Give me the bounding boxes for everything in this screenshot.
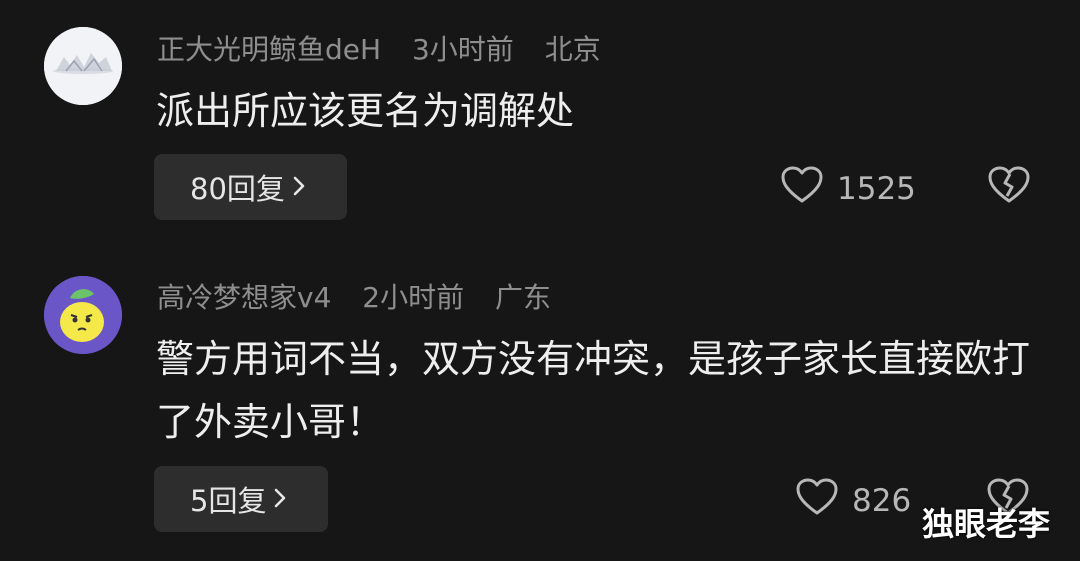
heart-outline-icon bbox=[781, 166, 837, 212]
chevron-right-icon bbox=[272, 482, 288, 516]
location: 北京 bbox=[544, 33, 601, 66]
snowy-tree-icon bbox=[44, 27, 122, 105]
comment-item: 高冷梦想家v4 2小时前 广东 警方用词不当，双方没有冲突，是孩子家长直接欧打了… bbox=[0, 250, 1080, 561]
like-button[interactable]: 1525 bbox=[781, 166, 916, 212]
username[interactable]: 正大光明鲸鱼deH bbox=[157, 33, 381, 66]
comment-meta: 高冷梦想家v4 2小时前 广东 bbox=[157, 280, 573, 316]
comment-meta: 正大光明鲸鱼deH 3小时前 北京 bbox=[157, 32, 623, 68]
lemon-character-icon bbox=[44, 276, 122, 354]
watermark: 独眼老李 bbox=[922, 505, 1051, 543]
avatar[interactable] bbox=[44, 276, 122, 354]
comment-text: 警方用词不当，双方没有冲突，是孩子家长直接欧打了外卖小哥！ bbox=[156, 337, 1031, 444]
timestamp: 2小时前 bbox=[362, 281, 465, 314]
replies-button[interactable]: 80回复 bbox=[154, 154, 347, 220]
like-count: 826 bbox=[852, 483, 912, 519]
location: 广东 bbox=[495, 281, 552, 314]
replies-label: 5回复 bbox=[190, 484, 267, 518]
comment-text: 派出所应该更名为调解处 bbox=[156, 89, 575, 133]
comment-item: 正大光明鲸鱼deH 3小时前 北京 派出所应该更名为调解处 80回复 1525 bbox=[0, 0, 1080, 250]
avatar[interactable] bbox=[44, 27, 122, 105]
dislike-button[interactable] bbox=[988, 166, 1030, 208]
like-count: 1525 bbox=[837, 171, 916, 207]
username[interactable]: 高冷梦想家v4 bbox=[157, 281, 331, 314]
chevron-right-icon bbox=[291, 170, 307, 204]
replies-label: 80回复 bbox=[190, 172, 285, 206]
replies-button[interactable]: 5回复 bbox=[154, 466, 328, 532]
like-button[interactable]: 826 bbox=[796, 478, 911, 524]
timestamp: 3小时前 bbox=[411, 33, 514, 66]
broken-heart-icon bbox=[988, 166, 1030, 208]
heart-outline-icon bbox=[796, 478, 852, 524]
